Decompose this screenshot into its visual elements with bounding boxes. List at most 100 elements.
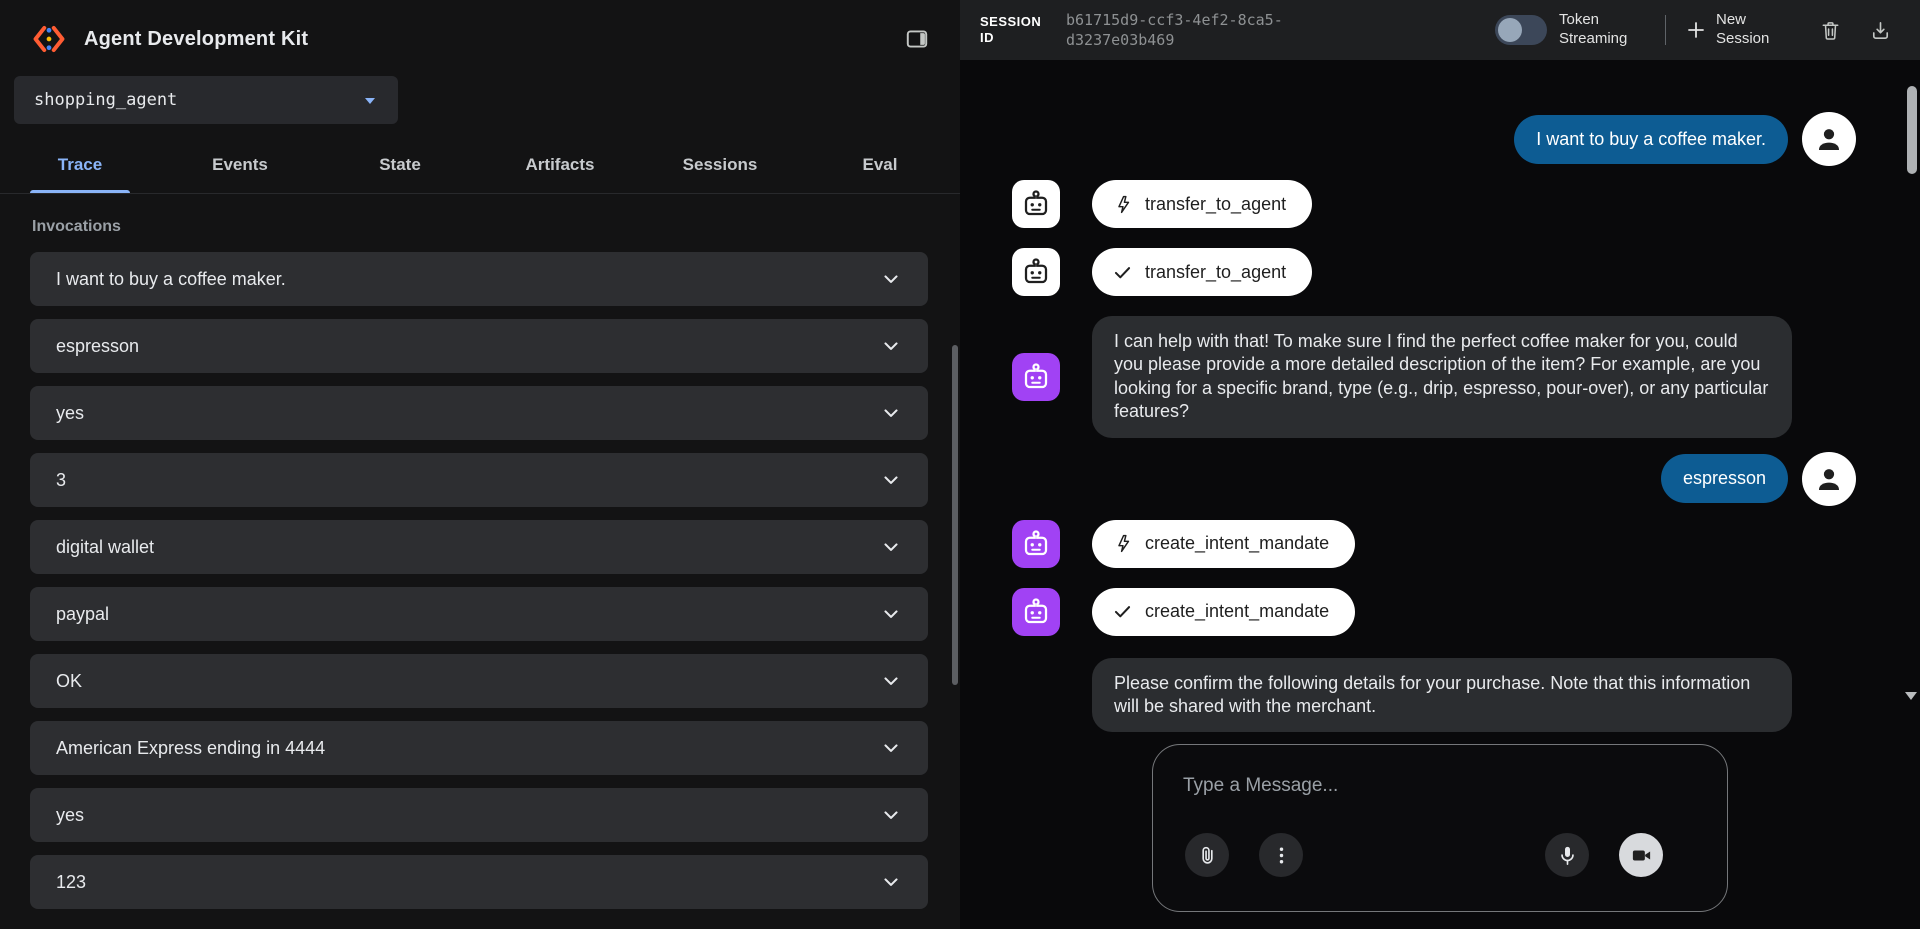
invocation-label: American Express ending in 4444	[56, 738, 880, 759]
video-call-button[interactable]	[1619, 833, 1663, 877]
robot-icon	[1021, 362, 1051, 392]
invocation-row[interactable]: yes	[30, 386, 928, 440]
invocation-row[interactable]: 3	[30, 453, 928, 507]
invocation-label: yes	[56, 805, 880, 826]
tab-events[interactable]: Events	[160, 136, 320, 193]
tool-name: transfer_to_agent	[1145, 194, 1286, 215]
invocation-row[interactable]: OK	[30, 654, 928, 708]
message-input-box[interactable]: Type a Message...	[1152, 744, 1728, 912]
robot-icon	[1021, 257, 1051, 287]
person-icon	[1814, 124, 1844, 154]
chat-scrollbar[interactable]	[1907, 86, 1917, 174]
invocation-label: OK	[56, 671, 880, 692]
invocation-row[interactable]: 123	[30, 855, 928, 909]
bot-avatar	[1012, 588, 1060, 636]
invocation-row[interactable]: yes	[30, 788, 928, 842]
avatar-spacer	[1012, 658, 1060, 706]
download-session-button[interactable]	[1862, 12, 1898, 48]
attach-file-button[interactable]	[1185, 833, 1229, 877]
check-icon	[1112, 601, 1133, 622]
invocation-row[interactable]: digital wallet	[30, 520, 928, 574]
invocation-label: paypal	[56, 604, 880, 625]
tool-call-chip[interactable]: transfer_to_agent	[1092, 180, 1312, 228]
bot-message-bubble: Please confirm the following details for…	[1092, 658, 1792, 733]
more-options-button[interactable]	[1259, 833, 1303, 877]
tool-name: transfer_to_agent	[1145, 262, 1286, 283]
tool-response-chip[interactable]: create_intent_mandate	[1092, 588, 1355, 636]
tab-artifacts[interactable]: Artifacts	[480, 136, 640, 193]
divider	[1665, 15, 1666, 45]
bot-message-row: I can help with that! To make sure I fin…	[960, 316, 1902, 438]
left-panel: Agent Development Kit shopping_agent Tra…	[0, 0, 960, 929]
tool-response-chip[interactable]: transfer_to_agent	[1092, 248, 1312, 296]
mic-icon	[1556, 844, 1579, 867]
tab-state[interactable]: State	[320, 136, 480, 193]
tab-sessions[interactable]: Sessions	[640, 136, 800, 193]
person-icon	[1814, 464, 1844, 494]
microphone-button[interactable]	[1545, 833, 1589, 877]
left-panel-header: Agent Development Kit	[0, 0, 960, 68]
session-id-label: SESSION ID	[980, 14, 1046, 45]
adk-logo-icon	[30, 20, 68, 58]
tool-name: create_intent_mandate	[1145, 533, 1329, 554]
token-streaming-label: Token Streaming	[1559, 11, 1643, 49]
more-vert-icon	[1270, 844, 1293, 867]
adk-web-app: Agent Development Kit shopping_agent Tra…	[0, 0, 1920, 929]
chat-area: I want to buy a coffee maker. transfer_t…	[960, 60, 1920, 929]
chevron-down-icon	[880, 536, 902, 558]
user-avatar	[1802, 452, 1856, 506]
chat-panel: SESSION ID b61715d9-ccf3-4ef2-8ca5-d3237…	[960, 0, 1920, 929]
app-title: Agent Development Kit	[84, 28, 900, 51]
invocation-row[interactable]: American Express ending in 4444	[30, 721, 928, 775]
new-session-label: New Session	[1716, 11, 1778, 49]
message-input-placeholder: Type a Message...	[1183, 775, 1338, 797]
invocation-label: digital wallet	[56, 537, 880, 558]
tab-trace[interactable]: Trace	[0, 136, 160, 193]
invocation-label: 123	[56, 872, 880, 893]
token-streaming-toggle[interactable]	[1495, 15, 1547, 45]
download-icon	[1869, 19, 1892, 42]
bolt-icon	[1112, 533, 1133, 554]
tab-eval[interactable]: Eval	[800, 136, 960, 193]
invocations-section-title: Invocations	[32, 218, 960, 236]
chevron-down-icon	[880, 469, 902, 491]
dock-right-icon	[904, 26, 930, 52]
chevron-down-icon	[880, 268, 902, 290]
bot-avatar	[1012, 353, 1060, 401]
bot-message-row: transfer_to_agent	[960, 180, 1902, 228]
tool-name: create_intent_mandate	[1145, 601, 1329, 622]
scroll-down-arrow-icon[interactable]	[1905, 692, 1917, 700]
toggle-knob	[1498, 18, 1522, 42]
robot-icon	[1021, 529, 1051, 559]
delete-session-button[interactable]	[1812, 12, 1848, 48]
plus-icon	[1684, 18, 1708, 42]
bot-avatar	[1012, 520, 1060, 568]
robot-icon	[1021, 189, 1051, 219]
user-message-bubble: espresson	[1661, 454, 1788, 503]
session-bar: SESSION ID b61715d9-ccf3-4ef2-8ca5-d3237…	[960, 0, 1920, 60]
tool-call-chip[interactable]: create_intent_mandate	[1092, 520, 1355, 568]
bot-avatar	[1012, 180, 1060, 228]
user-message-row: espresson	[960, 452, 1902, 506]
chevron-down-icon	[880, 737, 902, 759]
left-panel-scrollbar[interactable]	[952, 345, 958, 685]
bot-avatar	[1012, 248, 1060, 296]
message-list: I want to buy a coffee maker. transfer_t…	[960, 60, 1902, 929]
chevron-down-icon	[880, 804, 902, 826]
invocation-row[interactable]: I want to buy a coffee maker.	[30, 252, 928, 306]
collapse-panel-button[interactable]	[900, 22, 934, 56]
invocation-row[interactable]: espresson	[30, 319, 928, 373]
attach-icon	[1196, 844, 1219, 867]
invocation-label: yes	[56, 403, 880, 424]
session-bar-actions: Token Streaming New Session	[1495, 11, 1898, 49]
user-avatar	[1802, 112, 1856, 166]
invocation-row[interactable]: paypal	[30, 587, 928, 641]
session-id-value: b61715d9-ccf3-4ef2-8ca5-d3237e03b469	[1066, 10, 1292, 51]
user-message-row: I want to buy a coffee maker.	[960, 112, 1902, 166]
agent-selector-value: shopping_agent	[34, 90, 358, 110]
input-actions-right	[1545, 833, 1663, 877]
new-session-button[interactable]: New Session	[1684, 11, 1778, 49]
invocations-list: I want to buy a coffee maker. espresson …	[0, 252, 960, 929]
agent-selector-dropdown[interactable]: shopping_agent	[14, 76, 398, 124]
invocation-label: I want to buy a coffee maker.	[56, 269, 880, 290]
